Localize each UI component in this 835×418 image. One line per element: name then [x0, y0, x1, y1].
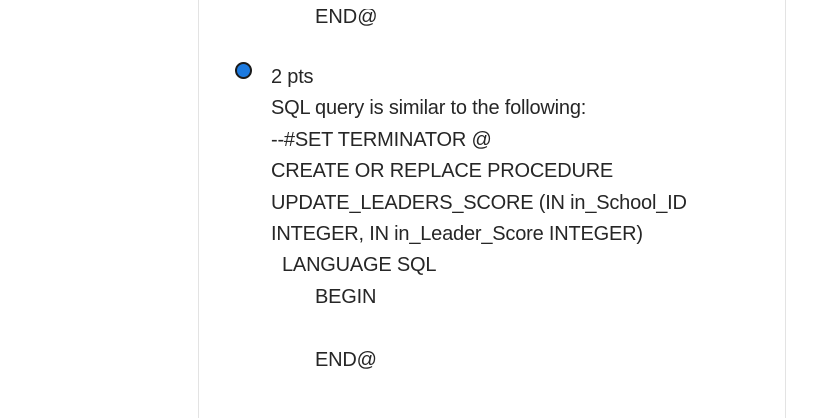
code-line: END@	[315, 348, 377, 371]
code-line: BEGIN	[315, 285, 377, 308]
code-line: LANGUAGE SQL	[282, 254, 437, 277]
code-line: CREATE OR REPLACE PROCEDURE	[271, 160, 614, 183]
code-line: --#SET TERMINATOR @	[271, 128, 492, 151]
option-radio-button[interactable]	[235, 62, 252, 79]
option-points-label: 2 pts	[271, 66, 314, 88]
answer-option[interactable]: 2 pts SQL query is similar to the follow…	[271, 62, 771, 376]
code-line: INTEGER, IN in_Leader_Score INTEGER)	[271, 223, 643, 246]
option-description: SQL query is similar to the following:	[271, 97, 587, 120]
code-line: UPDATE_LEADERS_SCORE (IN in_School_ID	[271, 191, 687, 214]
